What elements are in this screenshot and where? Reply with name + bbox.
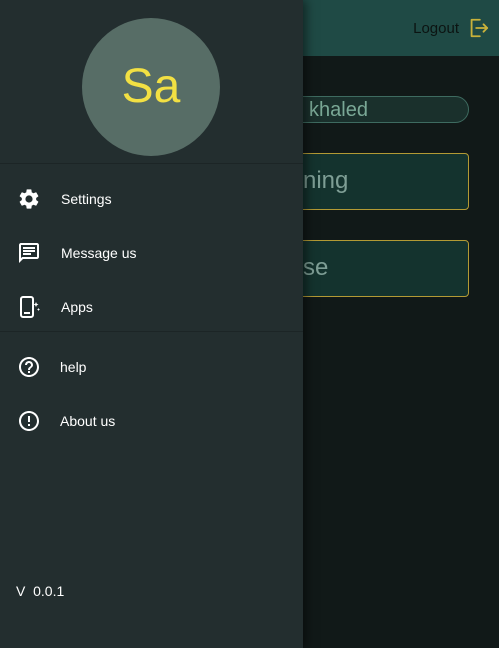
menu-item-message-us[interactable]: Message us xyxy=(0,226,303,280)
menu-item-apps[interactable]: Apps xyxy=(0,280,303,334)
avatar[interactable]: Sa xyxy=(82,18,220,156)
app-version: V 0.0.1 xyxy=(16,583,65,599)
info-icon xyxy=(17,409,41,433)
navigation-drawer: Sa Settings Message us Apps help About u… xyxy=(0,0,303,648)
option-button-1-label: ning xyxy=(303,167,349,194)
option-button-2-label: se xyxy=(303,254,329,281)
avatar-initials: Sa xyxy=(121,60,181,113)
drawer-menu-secondary: help About us xyxy=(0,340,303,448)
menu-item-help[interactable]: help xyxy=(0,340,303,394)
apps-icon xyxy=(17,295,41,319)
drawer-header: Sa xyxy=(0,0,303,164)
username-text: khaled xyxy=(309,99,368,121)
logout-button[interactable]: Logout xyxy=(413,16,489,40)
menu-item-about-us-label: About us xyxy=(60,413,116,429)
gear-icon xyxy=(17,187,41,211)
menu-item-settings-label: Settings xyxy=(61,191,112,207)
menu-item-help-label: help xyxy=(60,359,87,375)
message-icon xyxy=(17,241,41,265)
drawer-menu-primary: Settings Message us Apps xyxy=(0,172,303,332)
help-icon xyxy=(17,355,41,379)
menu-item-apps-label: Apps xyxy=(61,299,93,315)
app-screen: e Logout khaled ning se Sa xyxy=(0,0,499,648)
logout-icon xyxy=(467,17,489,39)
menu-item-settings[interactable]: Settings xyxy=(0,172,303,226)
menu-item-message-us-label: Message us xyxy=(61,245,137,261)
logout-label: Logout xyxy=(413,19,459,37)
menu-item-about-us[interactable]: About us xyxy=(0,394,303,448)
